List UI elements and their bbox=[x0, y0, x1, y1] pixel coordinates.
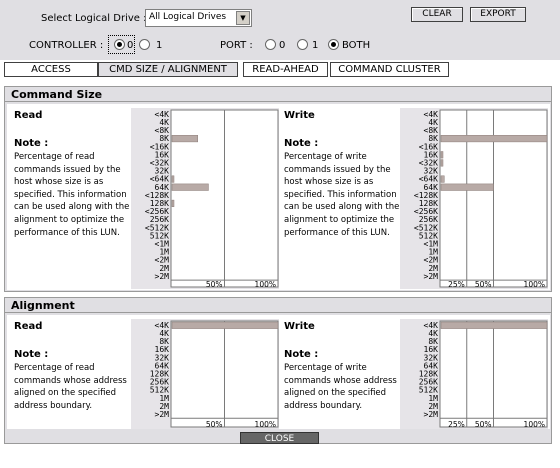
drive-label: Select Logical Drive : bbox=[41, 13, 147, 24]
port-radio-1[interactable] bbox=[297, 39, 308, 50]
align-write-heading: Write bbox=[284, 321, 315, 332]
tab-cmd-size-alignment[interactable]: CMD SIZE / ALIGNMENT bbox=[98, 62, 238, 77]
bar bbox=[440, 159, 444, 167]
tab-bar: ACCESS CMD SIZE / ALIGNMENT READ-AHEAD C… bbox=[4, 62, 556, 77]
toolbar: Select Logical Drive : All Logical Drive… bbox=[0, 0, 560, 60]
controller-option-0: 0 bbox=[127, 40, 134, 51]
bar bbox=[171, 175, 175, 183]
chevron-down-icon[interactable]: ▼ bbox=[236, 11, 250, 25]
bar bbox=[171, 135, 198, 143]
tick-label: 100% bbox=[255, 420, 276, 429]
align-write-note-title: Note : bbox=[284, 349, 319, 360]
align-read-note: Percentage of read commands whose addres… bbox=[14, 363, 127, 411]
bar bbox=[440, 151, 444, 159]
bar bbox=[171, 183, 209, 191]
tab-access[interactable]: ACCESS bbox=[4, 62, 98, 77]
alignment-panel: Alignment Read Note : Percentage of read… bbox=[4, 297, 552, 444]
port-radio-0[interactable] bbox=[265, 39, 276, 50]
bar bbox=[440, 321, 548, 329]
export-button[interactable]: EXPORT bbox=[470, 7, 526, 22]
tick-label: 50% bbox=[206, 420, 223, 429]
tick-label: 50% bbox=[206, 280, 223, 289]
tick-label: 25% bbox=[448, 420, 465, 429]
port-radio-both[interactable] bbox=[328, 39, 339, 50]
tick-label: 100% bbox=[524, 420, 545, 429]
port-option-both: BOTH bbox=[342, 40, 371, 51]
tab-read-ahead[interactable]: READ-AHEAD bbox=[243, 62, 328, 77]
bar bbox=[171, 321, 279, 329]
controller-option-1: 1 bbox=[156, 40, 163, 51]
bar bbox=[440, 135, 548, 143]
category-label: >2M bbox=[155, 272, 170, 281]
category-label: >2M bbox=[155, 410, 170, 419]
cmd-read-note-title: Note : bbox=[14, 138, 49, 149]
port-option-0: 0 bbox=[279, 40, 286, 51]
align-read-note-title: Note : bbox=[14, 349, 49, 360]
category-label: >2M bbox=[424, 410, 439, 419]
footer-area bbox=[0, 446, 560, 468]
tab-command-cluster[interactable]: COMMAND CLUSTER bbox=[330, 62, 449, 77]
bar bbox=[440, 175, 445, 183]
bar bbox=[171, 199, 175, 207]
tick-label: 50% bbox=[475, 280, 492, 289]
tick-label: 50% bbox=[475, 420, 492, 429]
clear-button[interactable]: CLEAR bbox=[411, 7, 463, 22]
align-read-heading: Read bbox=[14, 321, 43, 332]
tick-label: 100% bbox=[524, 280, 545, 289]
cmd-read-chart: <4K4K<8K8K<16K16K<32K32K<64K64K<128K128K… bbox=[131, 108, 279, 289]
cmd-write-chart: <4K4K<8K8K<16K16K<32K32K<64K64K<128K128K… bbox=[400, 108, 548, 289]
cmd-write-note: Percentage of write commands issued by t… bbox=[284, 152, 400, 238]
cmd-write-note-title: Note : bbox=[284, 138, 319, 149]
bar bbox=[440, 183, 494, 191]
tick-label: 100% bbox=[255, 280, 276, 289]
cmd-read-note: Percentage of read commands issued by th… bbox=[14, 152, 130, 238]
category-label: >2M bbox=[424, 272, 439, 281]
align-write-chart: <4K4K8K16K32K64K128K256K512K1M2M>2M25% 50… bbox=[400, 319, 548, 429]
logical-drive-select[interactable]: All Logical Drives ▼ bbox=[145, 9, 252, 27]
align-read-chart: <4K4K8K16K32K64K128K256K512K1M2M>2M50% 10… bbox=[131, 319, 279, 429]
alignment-content: Read Note : Percentage of read commands … bbox=[7, 315, 550, 429]
controller-label: CONTROLLER : bbox=[29, 40, 104, 51]
tick-label: 25% bbox=[448, 280, 465, 289]
command-size-content: Read Note : Percentage of read commands … bbox=[7, 104, 550, 290]
logical-drive-value: All Logical Drives bbox=[149, 12, 227, 22]
controller-radio-1[interactable] bbox=[139, 39, 150, 50]
port-label: PORT : bbox=[220, 40, 253, 51]
command-size-panel: Command Size Read Note : Percentage of r… bbox=[4, 86, 552, 292]
alignment-title: Alignment bbox=[5, 298, 551, 313]
controller-radio-0[interactable] bbox=[114, 39, 125, 50]
command-size-title: Command Size bbox=[5, 87, 551, 102]
cmd-read-heading: Read bbox=[14, 110, 43, 121]
cmd-write-heading: Write bbox=[284, 110, 315, 121]
port-option-1: 1 bbox=[312, 40, 319, 51]
align-write-note: Percentage of write commands whose addre… bbox=[284, 363, 397, 411]
close-button[interactable]: CLOSE bbox=[240, 432, 319, 444]
